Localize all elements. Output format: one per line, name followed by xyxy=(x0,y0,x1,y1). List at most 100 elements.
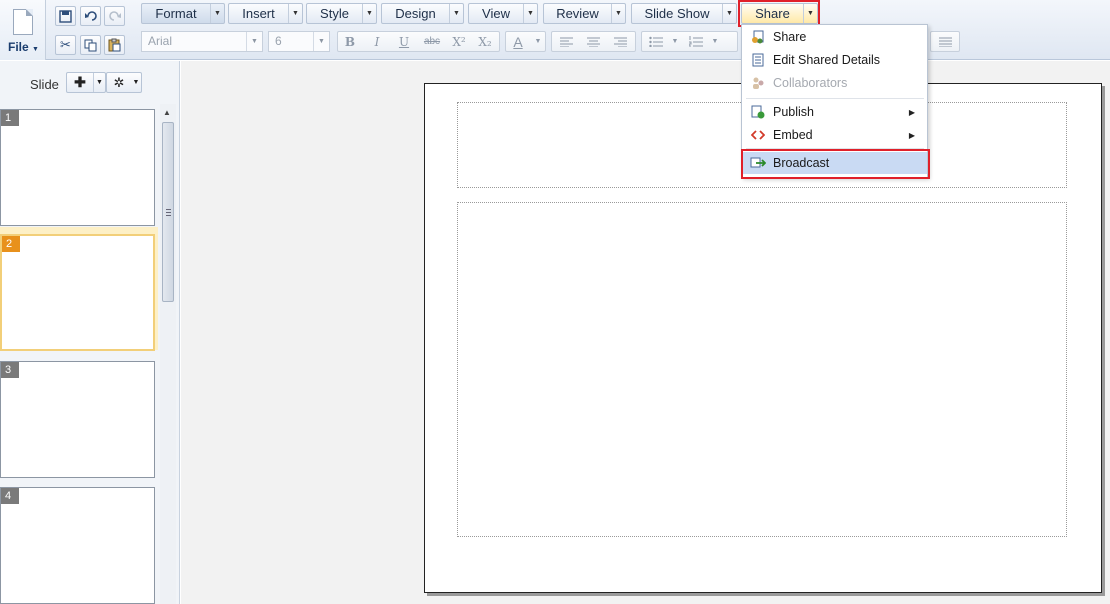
italic-icon: I xyxy=(374,34,380,49)
slide-thumbnail[interactable]: 1 xyxy=(0,109,155,226)
font-name-value: Arial xyxy=(148,34,173,48)
share-tab-highlight xyxy=(738,0,820,27)
chevron-down-icon[interactable]: ▼ xyxy=(93,73,105,92)
undo-button[interactable] xyxy=(80,6,101,26)
bullet-list-dropdown[interactable]: ▼ xyxy=(669,31,681,52)
menu-item-publish[interactable]: Publish ▶ xyxy=(743,101,927,123)
share-icon xyxy=(747,26,769,48)
align-right-button[interactable] xyxy=(609,31,631,52)
tab-style-label: Style xyxy=(320,6,349,21)
strikethrough-icon: abc xyxy=(423,36,441,47)
add-slide-button[interactable]: ✚ ▼ xyxy=(66,72,106,93)
plus-icon: ✚ xyxy=(74,74,86,90)
scroll-up-arrow-icon[interactable]: ▲ xyxy=(163,108,171,117)
slide-options-button[interactable]: ✲ ▼ xyxy=(106,72,142,93)
font-size-select[interactable]: 6 ▼ xyxy=(268,31,330,52)
numbered-list-button[interactable] xyxy=(685,31,707,52)
italic-button[interactable]: I xyxy=(367,31,387,52)
scrollbar-thumb[interactable] xyxy=(162,122,174,302)
align-center-button[interactable] xyxy=(582,31,604,52)
undo-icon xyxy=(84,11,97,21)
font-color-button[interactable]: A xyxy=(508,31,528,52)
chevron-down-icon[interactable]: ▼ xyxy=(449,4,463,23)
slide-number: 1 xyxy=(1,110,19,126)
chevron-down-icon: ▼ xyxy=(313,32,329,51)
subscript-button[interactable]: X₂ xyxy=(474,31,496,52)
superscript-button[interactable]: X² xyxy=(448,31,470,52)
align-left-icon xyxy=(559,37,573,47)
tab-design-label: Design xyxy=(395,6,436,21)
broadcast-item-highlight xyxy=(741,149,930,179)
tab-style[interactable]: Style ▼ xyxy=(306,3,377,24)
bold-button[interactable]: B xyxy=(340,31,360,52)
menu-item-embed[interactable]: Embed ▶ xyxy=(743,124,927,146)
font-color-dropdown[interactable]: ▼ xyxy=(532,31,544,52)
menu-separator xyxy=(746,98,924,99)
line-spacing-button[interactable] xyxy=(934,31,956,52)
font-color-icon: A xyxy=(513,33,523,50)
bold-icon: B xyxy=(344,34,356,49)
redo-icon xyxy=(108,11,121,21)
grip-icon xyxy=(166,209,171,216)
menu-item-share[interactable]: Share xyxy=(743,26,927,48)
slide-thumbnail[interactable]: 3 xyxy=(0,361,155,478)
chevron-down-icon: ▼ xyxy=(534,38,542,45)
tab-view-label: View xyxy=(482,6,510,21)
chevron-down-icon[interactable]: ▼ xyxy=(611,4,625,23)
underline-button[interactable]: U xyxy=(394,31,414,52)
document-icon xyxy=(747,49,769,71)
slide-thumbnail[interactable]: 4 xyxy=(0,487,155,604)
chevron-down-icon: ▼ xyxy=(132,79,140,86)
tab-view[interactable]: View ▼ xyxy=(468,3,538,24)
font-name-select[interactable]: Arial ▼ xyxy=(141,31,263,52)
cut-button[interactable]: ✂ xyxy=(55,35,76,55)
submenu-arrow-icon: ▶ xyxy=(908,130,915,140)
embed-icon xyxy=(747,124,769,146)
menu-item-label: Collaborators xyxy=(773,76,848,90)
paste-button[interactable] xyxy=(104,35,125,55)
slide-panel: Slide ✚ ▼ ✲ ▼ 1 2 3 4 ▲ xyxy=(0,61,180,604)
slide-thumbnail-list: 1 2 3 4 xyxy=(0,104,160,604)
bullet-list-button[interactable] xyxy=(645,31,667,52)
chevron-down-icon[interactable]: ▼ xyxy=(210,4,224,23)
slide-thumbnail-selected[interactable]: 2 xyxy=(0,234,155,351)
numbered-list-icon xyxy=(689,36,703,47)
slide-number: 3 xyxy=(1,362,19,378)
underline-icon: U xyxy=(398,34,410,49)
chevron-down-icon[interactable]: ▼ xyxy=(523,4,537,23)
tab-format[interactable]: Format ▼ xyxy=(141,3,225,24)
chevron-down-icon[interactable]: ▼ xyxy=(722,4,736,23)
font-size-value: 6 xyxy=(275,34,282,48)
tab-insert-label: Insert xyxy=(242,6,275,21)
publish-icon xyxy=(747,101,769,123)
file-menu-button[interactable]: File ▼ xyxy=(0,0,46,60)
menu-item-edit-shared-details[interactable]: Edit Shared Details xyxy=(743,49,927,71)
chevron-down-icon: ▼ xyxy=(671,38,679,45)
slide-panel-scrollbar[interactable]: ▲ xyxy=(160,104,176,604)
copy-button[interactable] xyxy=(80,35,101,55)
scissors-icon: ✂ xyxy=(60,37,71,52)
tab-slide-show-label: Slide Show xyxy=(644,6,710,21)
tab-insert[interactable]: Insert ▼ xyxy=(228,3,303,24)
numbered-list-dropdown[interactable]: ▼ xyxy=(709,31,721,52)
slide-number: 2 xyxy=(2,236,20,252)
line-spacing-icon xyxy=(938,37,952,47)
align-left-button[interactable] xyxy=(555,31,577,52)
slide-number: 4 xyxy=(1,488,19,504)
strikethrough-button[interactable]: abc xyxy=(421,31,443,52)
content-placeholder[interactable] xyxy=(457,202,1067,537)
chevron-down-icon[interactable]: ▼ xyxy=(288,4,302,23)
slide-panel-title: Slide xyxy=(30,77,59,92)
tab-review-label: Review xyxy=(556,6,599,21)
save-button[interactable] xyxy=(55,6,76,26)
chevron-down-icon: ▼ xyxy=(246,32,262,51)
subscript-icon: X₂ xyxy=(478,34,492,49)
align-right-icon xyxy=(613,37,627,47)
tab-slide-show[interactable]: Slide Show ▼ xyxy=(631,3,737,24)
chevron-down-icon[interactable]: ▼ xyxy=(362,4,376,23)
menu-item-label: Embed xyxy=(773,128,813,142)
tab-review[interactable]: Review ▼ xyxy=(543,3,626,24)
tab-design[interactable]: Design ▼ xyxy=(381,3,464,24)
slide-editor-canvas xyxy=(181,61,1110,604)
redo-button[interactable] xyxy=(104,6,125,26)
